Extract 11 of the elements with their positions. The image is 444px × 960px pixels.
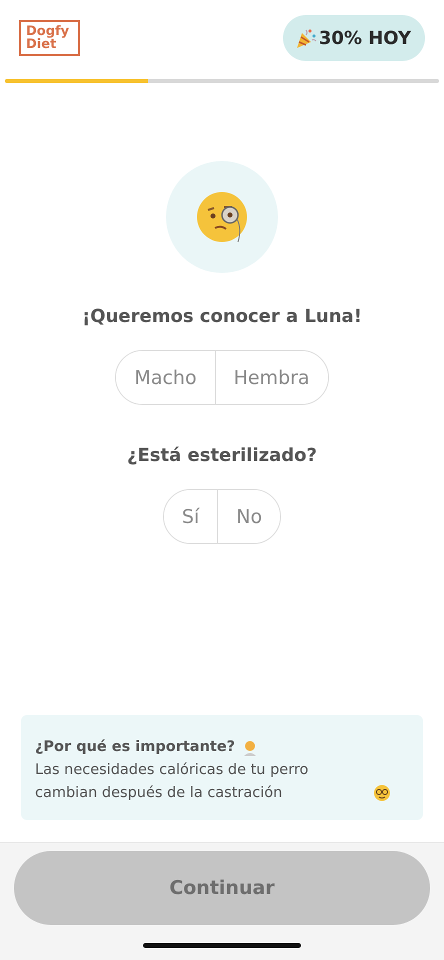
- option-button[interactable]: No: [217, 490, 280, 543]
- party-popper-icon: [294, 27, 317, 49]
- info-text: Las necesidades calóricas de tu perro cambian después de la castración: [35, 761, 310, 803]
- question-title: ¿Está esterilizado?: [127, 445, 317, 467]
- nerd-face-icon: [374, 785, 390, 801]
- option-button[interactable]: Hembra: [214, 351, 328, 404]
- logo: Dogfy Diet: [19, 20, 80, 56]
- person-icon: [243, 740, 258, 756]
- discount-badge[interactable]: 30% HOY: [282, 15, 425, 61]
- info-title: ¿Por qué es importante?: [35, 738, 236, 757]
- question-title: ¡Queremos conocer a Luna!: [82, 306, 362, 328]
